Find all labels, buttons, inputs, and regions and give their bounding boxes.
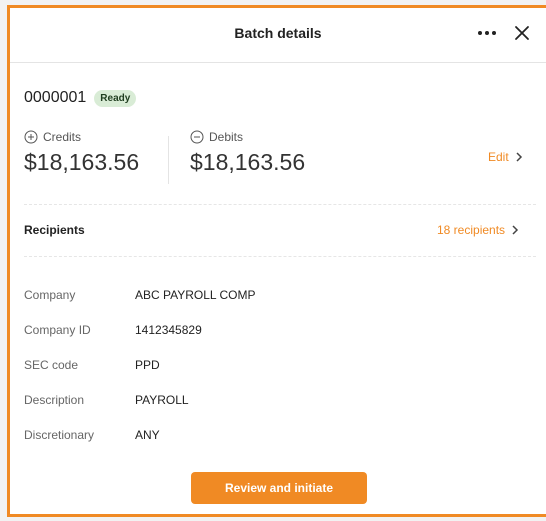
detail-label: Description [24, 393, 85, 407]
minus-circle-icon [190, 130, 204, 144]
debits-label: Debits [209, 130, 244, 144]
credits-label: Credits [43, 130, 82, 144]
credits-amount: $18,163.56 [24, 149, 140, 175]
batch-details-panel: Batch details 0000001 Ready Credits $18,… [7, 5, 546, 517]
detail-value: PAYROLL [135, 393, 189, 407]
review-and-initiate-button[interactable]: Review and initiate [191, 472, 367, 504]
amount-divider [168, 136, 169, 184]
more-dot [492, 31, 496, 35]
section-divider [24, 204, 536, 205]
plus-circle-icon [24, 130, 38, 144]
credits-block: Credits $18,163.56 [24, 130, 139, 176]
detail-label: Discretionary [24, 428, 95, 442]
edit-link[interactable]: Edit [488, 150, 523, 164]
edit-label: Edit [488, 150, 509, 164]
panel-title: Batch details [234, 25, 322, 41]
detail-value: 1412345829 [135, 323, 202, 337]
debits-amount: $18,163.56 [190, 149, 306, 175]
section-divider [24, 256, 536, 257]
more-horizontal-icon [478, 31, 482, 35]
close-icon [515, 26, 529, 40]
detail-value: ABC PAYROLL COMP [135, 288, 256, 302]
detail-label: SEC code [24, 358, 79, 372]
batch-id: 0000001 [24, 89, 87, 106]
chevron-right-icon [512, 225, 519, 235]
detail-value: PPD [135, 358, 160, 372]
close-button[interactable] [510, 21, 534, 45]
detail-label: Company [24, 288, 76, 302]
more-dot [485, 31, 489, 35]
panel-header: Batch details [10, 8, 546, 63]
chevron-right-icon [516, 152, 522, 162]
recipients-count: 18 recipients [437, 223, 506, 237]
recipients-link[interactable]: 18 recipients [437, 223, 519, 237]
detail-value: ANY [135, 428, 160, 442]
more-options-button[interactable] [475, 21, 499, 45]
recipients-label: Recipients [24, 223, 85, 237]
batch-summary: 0000001 Ready [24, 88, 137, 108]
status-badge: Ready [94, 89, 137, 107]
detail-label: Company ID [24, 323, 91, 337]
debits-block: Debits $18,163.56 [190, 130, 305, 176]
